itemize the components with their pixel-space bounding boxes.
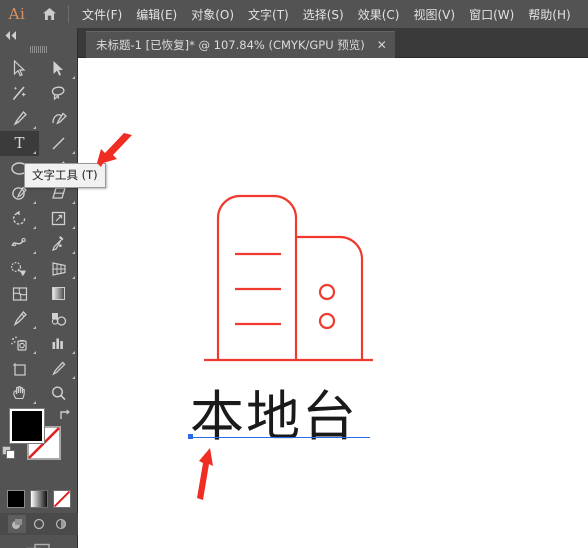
lasso-tool[interactable] <box>39 81 78 106</box>
artboard-tool[interactable] <box>0 356 39 381</box>
width-tool[interactable] <box>0 231 39 256</box>
text-anchor-point[interactable] <box>188 434 193 439</box>
menu-item-select[interactable]: 选择(S) <box>296 2 351 27</box>
perspective-grid-tool[interactable] <box>39 256 78 281</box>
hand-tool[interactable] <box>0 381 39 406</box>
gradient-tool[interactable] <box>39 281 78 306</box>
tool-grid: T <box>0 56 78 406</box>
arrow-pointing-text-baseline <box>190 446 222 508</box>
menu-bar: Ai 文件(F) 编辑(E) 对象(O) 文字(T) 选择(S) 效果(C) 视… <box>0 0 588 28</box>
blend-tool[interactable] <box>39 306 78 331</box>
collapse-panel-icon[interactable] <box>0 28 77 42</box>
tool-flyout-indicator <box>33 251 36 254</box>
illustrator-window: Ai 文件(F) 编辑(E) 对象(O) 文字(T) 选择(S) 效果(C) 视… <box>0 0 588 548</box>
tool-flyout-indicator <box>72 226 75 229</box>
artboard-canvas[interactable]: 本地台 <box>78 58 588 548</box>
mesh-tool[interactable] <box>0 281 39 306</box>
tool-flyout-indicator <box>33 326 36 329</box>
type-tool[interactable]: T <box>0 131 39 156</box>
line-segment-tool[interactable] <box>39 131 78 156</box>
document-tab[interactable]: 未标题-1 [已恢复]* @ 107.84% (CMYK/GPU 预览) ✕ <box>86 31 395 58</box>
menu-item-help[interactable]: 帮助(H) <box>521 2 577 27</box>
document-tab-label: 未标题-1 [已恢复]* @ 107.84% (CMYK/GPU 预览) <box>96 38 365 52</box>
column-graph-tool[interactable] <box>39 331 78 356</box>
home-icon[interactable] <box>34 7 64 21</box>
menu-item-type[interactable]: 文字(T) <box>241 2 296 27</box>
menu-item-file[interactable]: 文件(F) <box>75 2 129 27</box>
menu-item-effect[interactable]: 效果(C) <box>351 2 407 27</box>
close-icon[interactable]: ✕ <box>377 39 387 51</box>
pen-tool[interactable] <box>0 106 39 131</box>
none-mode-button[interactable] <box>53 490 71 508</box>
tool-flyout-indicator <box>33 201 36 204</box>
screen-mode-button[interactable] <box>0 543 78 548</box>
menu-item-object[interactable]: 对象(O) <box>184 2 241 27</box>
fill-stroke-controls <box>0 405 78 480</box>
tool-flyout-indicator <box>33 226 36 229</box>
menu-item-edit[interactable]: 编辑(E) <box>129 2 184 27</box>
color-mode-row <box>0 487 78 511</box>
tool-flyout-indicator <box>72 151 75 154</box>
tool-flyout-indicator <box>72 251 75 254</box>
tool-flyout-indicator <box>33 126 36 129</box>
tool-flyout-indicator <box>33 276 36 279</box>
menu-separator <box>68 5 69 23</box>
rotate-tool[interactable] <box>0 206 39 231</box>
panel-drag-grip[interactable] <box>0 42 77 56</box>
text-baseline <box>190 437 370 438</box>
tool-flyout-indicator <box>72 351 75 354</box>
ai-logo: Ai <box>8 5 26 23</box>
magic-wand-tool[interactable] <box>0 81 39 106</box>
shape-builder-tool[interactable] <box>0 256 39 281</box>
swap-fill-stroke-icon[interactable] <box>58 407 72 426</box>
draw-behind-button[interactable] <box>30 515 48 533</box>
tool-flyout-indicator <box>72 76 75 79</box>
tool-flyout-indicator <box>72 276 75 279</box>
menu-item-view[interactable]: 视图(V) <box>406 2 462 27</box>
free-transform-tool[interactable] <box>39 231 78 256</box>
direct-selection-tool[interactable] <box>39 56 78 81</box>
tool-flyout-indicator <box>33 401 36 404</box>
scale-tool[interactable] <box>39 206 78 231</box>
type-tool-glyph: T <box>14 134 25 152</box>
curvature-tool[interactable] <box>39 106 78 131</box>
eyedropper-tool[interactable] <box>0 306 39 331</box>
tool-flyout-indicator <box>72 376 75 379</box>
building-line-art[interactable] <box>78 58 588 548</box>
zoom-tool[interactable] <box>39 381 78 406</box>
slice-tool[interactable] <box>39 356 78 381</box>
draw-inside-button[interactable] <box>52 515 70 533</box>
draw-mode-row <box>0 513 78 535</box>
default-fill-stroke-icon[interactable] <box>2 445 16 464</box>
tool-flyout-indicator <box>33 351 36 354</box>
gradient-mode-button[interactable] <box>30 490 48 508</box>
tool-flyout-indicator <box>72 201 75 204</box>
fill-swatch[interactable] <box>9 408 45 444</box>
draw-normal-button[interactable] <box>8 515 26 533</box>
tool-flyout-indicator <box>33 151 36 154</box>
canvas-text-object[interactable]: 本地台 <box>190 390 358 444</box>
arrow-pointing-type-tool <box>88 131 136 177</box>
document-tab-bar: 未标题-1 [已恢复]* @ 107.84% (CMYK/GPU 预览) ✕ <box>78 28 588 58</box>
color-mode-button[interactable] <box>7 490 25 508</box>
menu-item-window[interactable]: 窗口(W) <box>462 2 521 27</box>
selection-tool[interactable] <box>0 56 39 81</box>
symbol-sprayer-tool[interactable] <box>0 331 39 356</box>
tools-panel: T <box>0 28 78 548</box>
